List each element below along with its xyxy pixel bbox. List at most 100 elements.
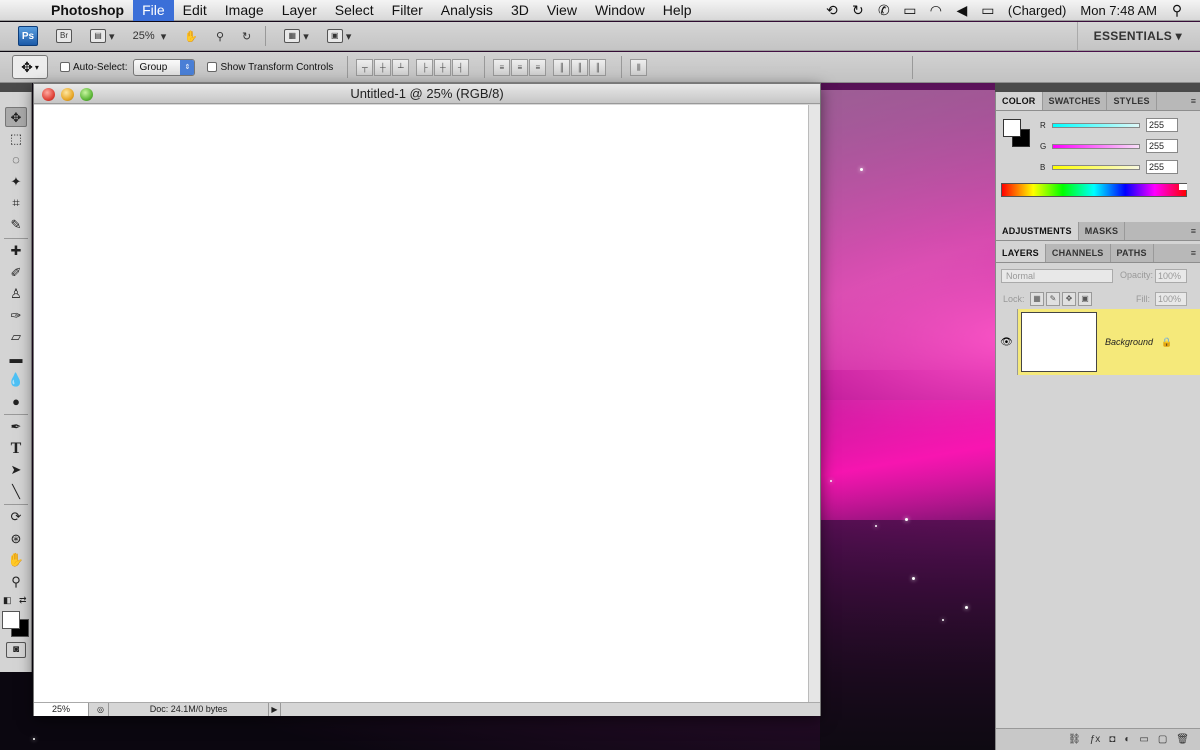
menu-clock[interactable]: Mon 7:48 AM: [1073, 3, 1164, 18]
status-menu-arrow-icon[interactable]: ▶: [269, 703, 281, 716]
blue-value-field[interactable]: 255: [1146, 160, 1178, 174]
history-brush-tool-icon[interactable]: ✑: [5, 306, 27, 326]
auto-align-layers-icon[interactable]: ⫼: [630, 58, 648, 76]
menu-window[interactable]: Window: [586, 0, 654, 21]
bridge-button[interactable]: Br: [56, 27, 72, 45]
green-value-field[interactable]: 255: [1146, 139, 1178, 153]
gradient-tool-icon[interactable]: ▬: [5, 349, 27, 369]
document-title-bar[interactable]: Untitled-1 @ 25% (RGB/8): [34, 84, 820, 104]
panels-dock-grip[interactable]: [995, 83, 1200, 92]
tab-swatches[interactable]: SWATCHES: [1043, 92, 1108, 110]
quick-mask-icon[interactable]: ◙: [6, 642, 26, 658]
tools-panel-grip[interactable]: [0, 83, 32, 92]
status-zoom-field[interactable]: 25%: [34, 703, 89, 716]
blend-mode-select[interactable]: Normal: [1001, 269, 1113, 283]
opacity-field[interactable]: 100%: [1155, 269, 1187, 283]
color-panel-foreground-swatch[interactable]: [1003, 119, 1021, 137]
tab-masks[interactable]: MASKS: [1079, 222, 1126, 240]
layer-style-icon[interactable]: ƒx: [1090, 734, 1101, 745]
hand-tool-icon[interactable]: ✋: [184, 27, 198, 45]
zoom-window-button[interactable]: [80, 88, 93, 101]
delete-layer-icon[interactable]: 🗑: [1176, 734, 1189, 745]
new-group-icon[interactable]: ▭: [1139, 734, 1148, 745]
pen-tool-icon[interactable]: ✒: [5, 417, 27, 437]
crop-tool-icon[interactable]: ⌗: [5, 193, 27, 213]
3d-orbit-tool-icon[interactable]: ⊛: [5, 529, 27, 549]
arrange-documents-button[interactable]: ▦ ▾: [284, 27, 309, 45]
tab-styles[interactable]: STYLES: [1107, 92, 1157, 110]
link-layers-icon[interactable]: ⛓: [1068, 734, 1081, 745]
align-vcenter-icon[interactable]: ┼: [374, 58, 392, 76]
sync-icon[interactable]: ↻: [845, 2, 871, 19]
hand-tool-icon[interactable]: ✋: [5, 550, 27, 570]
time-machine-icon[interactable]: ⟲: [819, 2, 845, 19]
close-window-button[interactable]: [42, 88, 55, 101]
rotate-view-icon[interactable]: ↻: [242, 27, 251, 45]
healing-brush-tool-icon[interactable]: ✚: [5, 241, 27, 261]
menu-3d[interactable]: 3D: [502, 0, 538, 21]
panel-menu-icon[interactable]: ≡: [1191, 244, 1196, 263]
swap-colors-icon[interactable]: ⇄: [19, 595, 27, 606]
minimize-window-button[interactable]: [61, 88, 74, 101]
phone-icon[interactable]: ✆: [871, 2, 897, 19]
distribute-top-icon[interactable]: ≡: [493, 58, 511, 76]
blue-slider[interactable]: [1052, 164, 1140, 170]
spectrum-white-swatch[interactable]: [1179, 184, 1187, 190]
app-menu[interactable]: Photoshop: [42, 2, 133, 18]
distribute-bottom-icon[interactable]: ≡: [529, 58, 547, 76]
new-layer-icon[interactable]: ▢: [1158, 734, 1167, 745]
dodge-tool-icon[interactable]: ●: [5, 392, 27, 412]
red-value-field[interactable]: 255: [1146, 118, 1178, 132]
align-top-icon[interactable]: ┬: [356, 58, 374, 76]
green-slider[interactable]: [1052, 143, 1140, 149]
menu-help[interactable]: Help: [654, 0, 701, 21]
line-tool-icon[interactable]: ╲: [5, 482, 27, 502]
panel-menu-icon[interactable]: ≡: [1191, 92, 1196, 111]
marquee-tool-icon[interactable]: ⬚: [5, 129, 27, 149]
view-extras-button[interactable]: ▤ ▾: [90, 27, 115, 45]
tool-preset-picker[interactable]: ✥ ▾: [12, 55, 48, 79]
menu-filter[interactable]: Filter: [383, 0, 432, 21]
document-canvas[interactable]: [34, 105, 808, 702]
lock-all-icon[interactable]: ▣: [1078, 292, 1092, 306]
clone-stamp-tool-icon[interactable]: ♙: [5, 284, 27, 304]
add-mask-icon[interactable]: ◘: [1109, 734, 1115, 745]
layer-row[interactable]: 👁 Background 🔒: [996, 309, 1200, 375]
lock-position-icon[interactable]: ✥: [1062, 292, 1076, 306]
path-selection-tool-icon[interactable]: ➤: [5, 460, 27, 480]
red-slider[interactable]: [1052, 122, 1140, 128]
lock-pixels-icon[interactable]: ✎: [1046, 292, 1060, 306]
tab-layers[interactable]: LAYERS: [996, 244, 1046, 262]
menu-image[interactable]: Image: [216, 0, 273, 21]
menu-view[interactable]: View: [538, 0, 586, 21]
move-tool-icon[interactable]: ✥: [5, 107, 27, 127]
distribute-left-icon[interactable]: ║: [553, 58, 571, 76]
tab-paths[interactable]: PATHS: [1111, 244, 1154, 262]
eraser-tool-icon[interactable]: ▱: [5, 327, 27, 347]
color-spectrum-bar[interactable]: [1001, 183, 1187, 197]
menu-file[interactable]: File: [133, 0, 174, 21]
auto-select-type-select[interactable]: Group ⇕: [133, 58, 196, 76]
align-right-icon[interactable]: ┤: [452, 58, 470, 76]
menu-layer[interactable]: Layer: [273, 0, 326, 21]
align-hcenter-icon[interactable]: ┼: [434, 58, 452, 76]
align-left-icon[interactable]: ├: [416, 58, 434, 76]
auto-select-checkbox[interactable]: [60, 62, 70, 72]
menu-select[interactable]: Select: [326, 0, 383, 21]
fill-field[interactable]: 100%: [1155, 292, 1187, 306]
wifi-icon[interactable]: ◠: [923, 2, 949, 19]
foreground-color-swatch[interactable]: [2, 611, 20, 629]
vertical-scrollbar[interactable]: [808, 105, 820, 702]
show-transform-checkbox[interactable]: [207, 62, 218, 72]
lasso-tool-icon[interactable]: ◌: [5, 150, 27, 170]
zoom-level-select[interactable]: 25% ▾: [133, 27, 167, 45]
default-colors-icon[interactable]: ◧: [3, 595, 12, 606]
type-tool-icon[interactable]: T: [5, 439, 27, 459]
blur-tool-icon[interactable]: 💧: [5, 370, 27, 390]
distribute-vcenter-icon[interactable]: ≡: [511, 58, 529, 76]
3d-rotate-tool-icon[interactable]: ⟳: [5, 507, 27, 527]
display-icon[interactable]: ▭: [897, 2, 923, 19]
visibility-eye-icon[interactable]: 👁: [996, 309, 1018, 375]
brush-tool-icon[interactable]: ✐: [5, 263, 27, 283]
distribute-right-icon[interactable]: ║: [589, 58, 607, 76]
